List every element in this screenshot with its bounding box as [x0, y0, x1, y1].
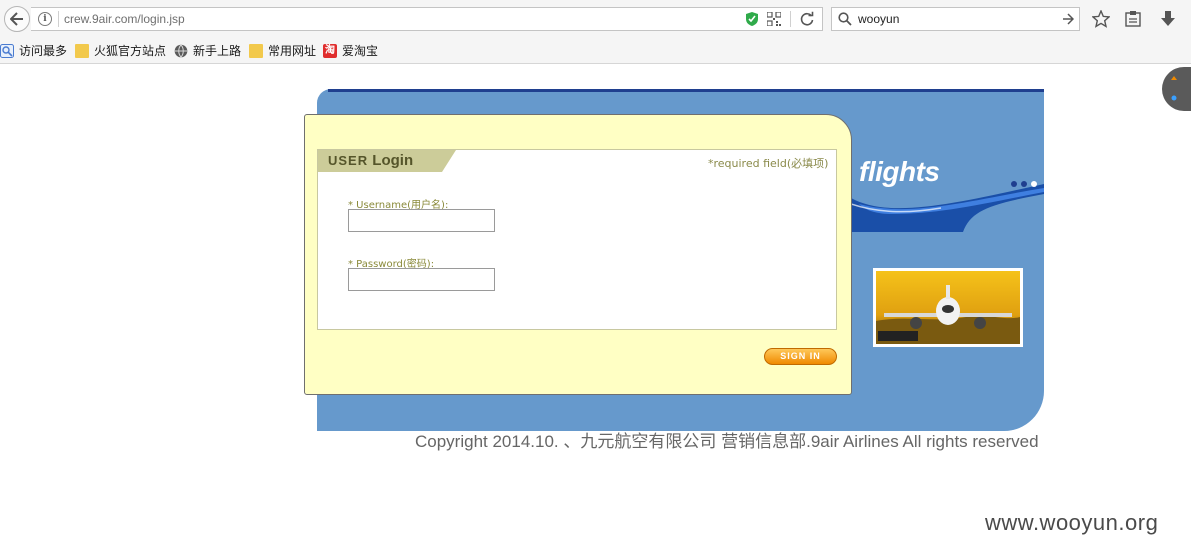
banner-dot	[1011, 181, 1017, 187]
search-icon	[838, 12, 852, 26]
taobao-icon: 淘	[323, 44, 337, 58]
bookmark-label: 爱淘宝	[342, 44, 379, 58]
bookmarks-toolbar: 访问最多 火狐官方站点 新手上路 常用网址 淘 爱淘宝	[0, 38, 1191, 64]
speed-indicator-icon	[1171, 76, 1177, 101]
login-form-panel	[317, 149, 837, 330]
back-arrow-icon	[10, 12, 23, 26]
frequent-icon	[0, 44, 14, 58]
bookmark-label: 新手上路	[193, 44, 242, 58]
folder-icon	[249, 44, 263, 58]
go-arrow-icon[interactable]	[1062, 13, 1074, 25]
search-bar[interactable]: wooyun	[831, 7, 1080, 31]
airplane-image	[876, 271, 1020, 344]
airplane-photo	[873, 268, 1023, 347]
reading-list-icon[interactable]	[1125, 10, 1141, 28]
login-heading: USER Login	[328, 151, 413, 171]
login-heading-login: Login	[372, 152, 414, 169]
navigation-toolbar: i crew.9air.com/login.jsp wooyun	[0, 0, 1191, 38]
bookmark-label: 访问最多	[19, 44, 68, 58]
watermark-text: www.wooyun.org	[985, 510, 1159, 535]
qr-code-icon[interactable]	[767, 12, 781, 26]
banner-dot	[1031, 181, 1037, 187]
url-text[interactable]: crew.9air.com/login.jsp	[64, 11, 185, 27]
side-widget[interactable]	[1162, 67, 1191, 111]
sign-in-button[interactable]: SIGN IN	[764, 348, 837, 365]
password-field[interactable]	[348, 268, 495, 291]
site-info-icon[interactable]: i	[38, 12, 52, 26]
copyright-text: Copyright 2014.10. 、九元航空有限公司 营销信息部.9air …	[415, 432, 1039, 451]
username-field[interactable]	[348, 209, 495, 232]
folder-icon	[75, 44, 89, 58]
download-icon[interactable]	[1160, 10, 1176, 28]
reload-icon[interactable]	[799, 11, 815, 27]
banner-dot	[1021, 181, 1027, 187]
login-heading-user: USER	[328, 153, 369, 168]
required-field-note: *required field(必填项)	[708, 157, 829, 170]
back-button[interactable]	[4, 6, 30, 32]
bookmark-star-icon[interactable]	[1092, 10, 1110, 28]
url-bar[interactable]: i crew.9air.com/login.jsp	[31, 7, 823, 31]
globe-icon	[174, 44, 188, 58]
search-input[interactable]: wooyun	[858, 11, 899, 27]
shield-icon[interactable]	[745, 11, 759, 27]
url-divider	[58, 11, 59, 27]
banner-flights-text: flights	[859, 156, 940, 187]
banner-top-stripe	[328, 89, 1044, 92]
url-divider	[790, 11, 791, 27]
bookmark-label: 火狐官方站点	[94, 44, 167, 58]
bookmark-label: 常用网址	[268, 44, 317, 58]
